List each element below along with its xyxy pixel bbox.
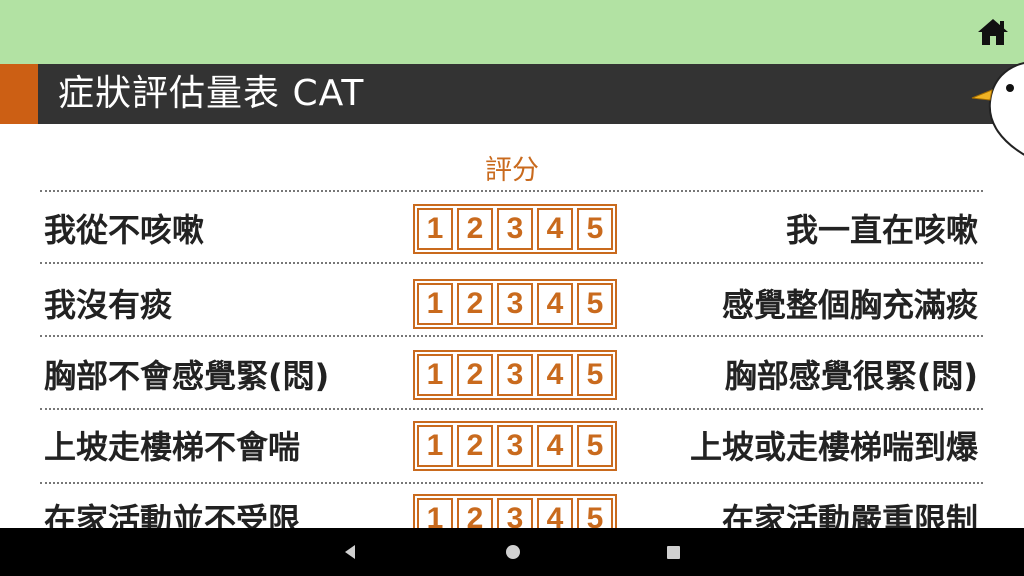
score-option-2[interactable]: 2 — [457, 208, 493, 250]
item-left-label: 在家活動並不受限 — [44, 501, 301, 528]
item-left-label: 胸部不會感覺緊(悶) — [44, 357, 330, 395]
score-option-3[interactable]: 3 — [497, 208, 533, 250]
score-selector: 12345 — [413, 494, 617, 528]
title-accent — [0, 64, 38, 124]
back-triangle-icon[interactable] — [342, 544, 358, 560]
score-option-1[interactable]: 1 — [417, 208, 453, 250]
cat-item-row: 胸部不會感覺緊(悶) 1 2 3 4 5 胸部感覺很緊(悶) — [0, 340, 1024, 412]
score-option-4[interactable]: 4 — [537, 354, 573, 396]
score-selector: 12345 — [413, 421, 617, 471]
score-option-4[interactable]: 4 — [537, 498, 573, 528]
home-icon[interactable] — [976, 16, 1010, 48]
score-option-4[interactable]: 4 — [537, 283, 573, 325]
cat-scale-content: 評分 我從不咳嗽 1 2 3 4 5 我一直在咳嗽 我沒有痰 1 2 3 4 5 感覺整個胸充滿痰 胸部不會… — [0, 124, 1024, 528]
item-right-label: 胸部感覺很緊(悶) — [724, 357, 978, 395]
score-option-3[interactable]: 3 — [497, 425, 533, 467]
score-option-2[interactable]: 2 — [457, 498, 493, 528]
item-right-label: 上坡或走樓梯喘到爆 — [689, 428, 978, 466]
top-app-bar — [0, 0, 1024, 64]
score-option-3[interactable]: 3 — [497, 354, 533, 396]
score-selector: 12345 — [413, 204, 617, 254]
title-bar: 症狀評估量表 CAT — [0, 64, 1024, 124]
score-option-1[interactable]: 1 — [417, 498, 453, 528]
score-option-2[interactable]: 2 — [457, 354, 493, 396]
score-option-5[interactable]: 5 — [577, 354, 613, 396]
score-option-5[interactable]: 5 — [577, 208, 613, 250]
score-header: 評分 — [485, 155, 539, 186]
score-selector: 12345 — [413, 350, 617, 400]
system-nav-bar — [0, 528, 1024, 576]
separator — [40, 190, 983, 192]
item-right-label: 我一直在咳嗽 — [785, 211, 978, 249]
separator — [40, 408, 983, 410]
cat-item-row: 我從不咳嗽 1 2 3 4 5 我一直在咳嗽 — [0, 194, 1024, 266]
score-option-4[interactable]: 4 — [537, 425, 573, 467]
square-recent-icon[interactable] — [666, 545, 681, 560]
score-option-1[interactable]: 1 — [417, 283, 453, 325]
page-title: 症狀評估量表 CAT — [58, 73, 365, 114]
circle-home-icon[interactable] — [505, 544, 521, 560]
score-selector: 12345 — [413, 279, 617, 329]
cat-item-row: 在家活動並不受限 1 2 3 4 5 在家活動嚴重限制 — [0, 484, 1024, 528]
score-option-5[interactable]: 5 — [577, 498, 613, 528]
item-left-label: 我沒有痰 — [44, 286, 173, 324]
score-option-2[interactable]: 2 — [457, 283, 493, 325]
score-option-3[interactable]: 3 — [497, 283, 533, 325]
score-option-5[interactable]: 5 — [577, 425, 613, 467]
score-option-2[interactable]: 2 — [457, 425, 493, 467]
score-option-4[interactable]: 4 — [537, 208, 573, 250]
separator — [40, 262, 983, 264]
separator — [40, 335, 983, 337]
item-right-label: 感覺整個胸充滿痰 — [721, 286, 978, 324]
item-right-label: 在家活動嚴重限制 — [721, 501, 978, 528]
item-left-label: 我從不咳嗽 — [44, 211, 205, 249]
item-left-label: 上坡走樓梯不會喘 — [44, 428, 301, 466]
score-option-1[interactable]: 1 — [417, 354, 453, 396]
score-option-1[interactable]: 1 — [417, 425, 453, 467]
cat-item-row: 上坡走樓梯不會喘 1 2 3 4 5 上坡或走樓梯喘到爆 — [0, 411, 1024, 483]
score-option-5[interactable]: 5 — [577, 283, 613, 325]
score-option-3[interactable]: 3 — [497, 498, 533, 528]
cat-item-row: 我沒有痰 1 2 3 4 5 感覺整個胸充滿痰 — [0, 269, 1024, 341]
